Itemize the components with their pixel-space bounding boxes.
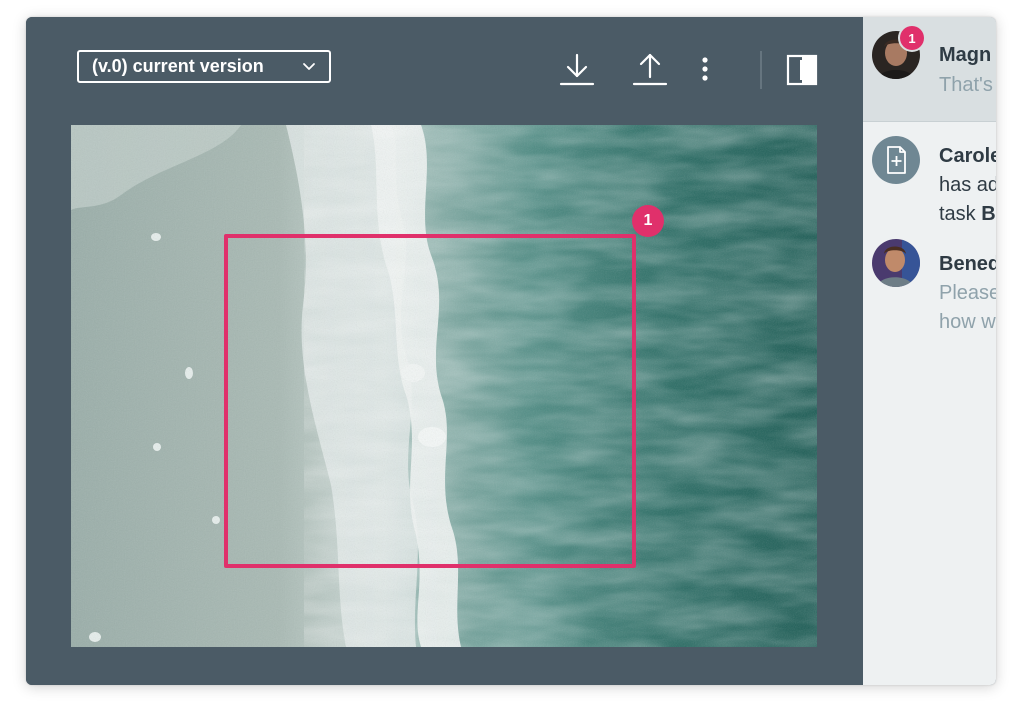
avatar (872, 239, 920, 287)
activity-panel: 1 Magn That's Carole has ad task B Bened… (863, 17, 996, 685)
image-viewer: (v.0) current version 1 (26, 17, 863, 685)
toolbar-divider (760, 51, 762, 89)
comment-text-line-1: Please (939, 282, 996, 304)
more-vertical-icon[interactable] (698, 55, 712, 83)
chevron-down-icon (303, 63, 315, 70)
annotation-region[interactable] (224, 234, 636, 568)
add-document-icon (872, 136, 920, 184)
download-icon[interactable] (559, 52, 595, 88)
panel-toggle-icon[interactable] (786, 54, 818, 86)
version-select[interactable]: (v.0) current version (77, 50, 331, 83)
activity-item-comment[interactable]: 1 Magn That's (863, 17, 996, 122)
activity-item-comment-2[interactable]: Bened Please how w (863, 232, 996, 342)
notification-badge: 1 (900, 26, 924, 50)
comment-author: Bened (939, 253, 996, 275)
task-text-line-1: has ad (939, 174, 996, 196)
comment-text-line-2: how w (939, 311, 996, 333)
upload-icon[interactable] (632, 52, 668, 88)
activity-item-task[interactable]: Carole has ad task B (863, 122, 996, 232)
task-text-line-2: task B (939, 203, 996, 226)
annotation-badge[interactable]: 1 (632, 205, 664, 237)
task-text-prefix: task (939, 203, 982, 225)
version-select-label: (v.0) current version (92, 56, 264, 76)
task-author: Carole (939, 145, 996, 167)
comment-text: That's (939, 74, 993, 96)
comment-author: Magn (939, 44, 992, 66)
app-window: (v.0) current version 1 1 Magn That's Ca… (26, 17, 996, 685)
task-name: B (981, 203, 996, 225)
